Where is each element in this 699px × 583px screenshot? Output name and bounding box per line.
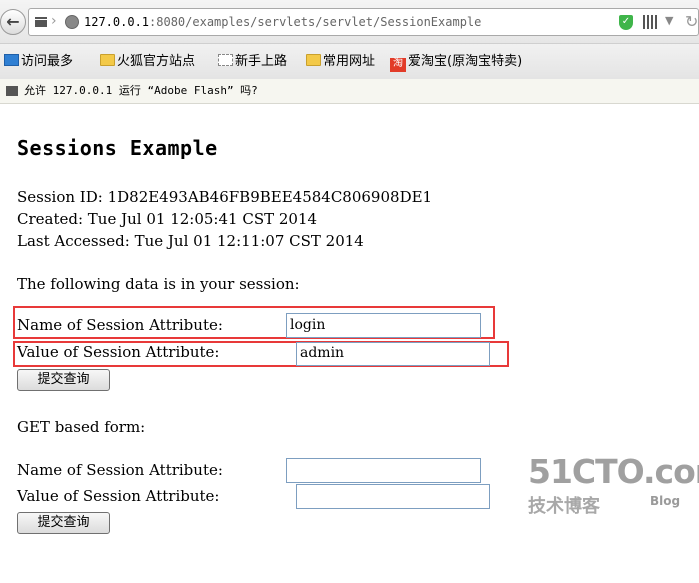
bookmark-label: 火狐官方站点 bbox=[117, 54, 196, 69]
url-text[interactable]: 127.0.0.1:8080/examples/servlets/servlet… bbox=[84, 15, 481, 29]
chevron-right-icon: › bbox=[51, 13, 57, 29]
chevron-down-icon[interactable]: ▼ bbox=[665, 14, 673, 27]
bookmark-common-sites[interactable]: 常用网址 bbox=[306, 53, 375, 71]
bookmark-label: 常用网址 bbox=[323, 54, 376, 69]
folder-icon bbox=[100, 54, 115, 66]
bookmarks-toolbar: 访问最多 火狐官方站点 新手上路 常用网址 淘爱淘宝(原淘宝特卖) bbox=[0, 43, 699, 80]
bookmark-getting-started[interactable]: 新手上路 bbox=[218, 53, 287, 71]
session-id: Session ID: 1D82E493AB46FB9BEE4584C80690… bbox=[17, 188, 433, 206]
watermark-main: 51CTO.com bbox=[528, 452, 699, 491]
post-name-label: Name of Session Attribute: bbox=[17, 316, 223, 334]
session-last-accessed: Last Accessed: Tue Jul 01 12:11:07 CST 2… bbox=[17, 232, 364, 250]
browser-toolbar: ← › 127.0.0.1:8080/examples/servlets/ser… bbox=[0, 0, 699, 43]
page-icon bbox=[35, 17, 47, 27]
folder-icon bbox=[306, 54, 321, 66]
qr-code-icon[interactable] bbox=[643, 15, 657, 29]
url-host: 127.0.0.1 bbox=[84, 15, 150, 29]
shield-icon[interactable]: ✓ bbox=[619, 15, 633, 30]
session-data-heading: The following data is in your session: bbox=[17, 275, 300, 293]
reload-icon[interactable]: ↻ bbox=[685, 12, 698, 31]
get-name-input[interactable] bbox=[286, 458, 481, 483]
watermark-sub: 技术博客 bbox=[528, 496, 600, 517]
plugin-icon bbox=[6, 86, 18, 96]
url-path: :8080/examples/servlets/servlet/SessionE… bbox=[149, 15, 482, 29]
bookmark-firefox-official[interactable]: 火狐官方站点 bbox=[100, 53, 195, 71]
plugin-notice-text[interactable]: 允许 127.0.0.1 运行 “Adobe Flash” 吗? bbox=[24, 79, 258, 103]
plugin-notification-bar: 允许 127.0.0.1 运行 “Adobe Flash” 吗? bbox=[0, 79, 699, 104]
post-value-label: Value of Session Attribute: bbox=[17, 343, 220, 361]
bookmark-label: 新手上路 bbox=[235, 54, 288, 69]
taobao-icon: 淘 bbox=[390, 58, 406, 72]
bookmark-ai-taobao[interactable]: 淘爱淘宝(原淘宝特卖) bbox=[390, 53, 523, 72]
get-value-label: Value of Session Attribute: bbox=[17, 487, 220, 505]
bookmark-most-visited[interactable]: 访问最多 bbox=[4, 53, 73, 71]
back-arrow-icon[interactable]: ← bbox=[0, 9, 26, 35]
get-submit-button[interactable]: 提交查询 bbox=[17, 512, 110, 534]
post-value-input[interactable]: admin bbox=[296, 342, 490, 366]
bookmark-label: 爱淘宝(原淘宝特卖) bbox=[408, 54, 523, 69]
address-bar[interactable]: › 127.0.0.1:8080/examples/servlets/servl… bbox=[28, 8, 699, 36]
watermark-logo: 51CTO.com 技术博客 Blog bbox=[528, 452, 699, 522]
session-created: Created: Tue Jul 01 12:05:41 CST 2014 bbox=[17, 210, 318, 228]
page-title: Sessions Example bbox=[17, 136, 218, 160]
globe-icon bbox=[65, 15, 79, 29]
get-name-label: Name of Session Attribute: bbox=[17, 461, 223, 479]
post-name-input[interactable]: login bbox=[286, 313, 481, 338]
page-icon bbox=[218, 54, 233, 66]
get-form-heading: GET based form: bbox=[17, 418, 146, 436]
bookmark-label: 访问最多 bbox=[21, 54, 74, 69]
most-visited-icon bbox=[4, 54, 19, 66]
get-value-input[interactable] bbox=[296, 484, 490, 509]
post-submit-button[interactable]: 提交查询 bbox=[17, 369, 110, 391]
watermark-blog: Blog bbox=[650, 494, 681, 508]
